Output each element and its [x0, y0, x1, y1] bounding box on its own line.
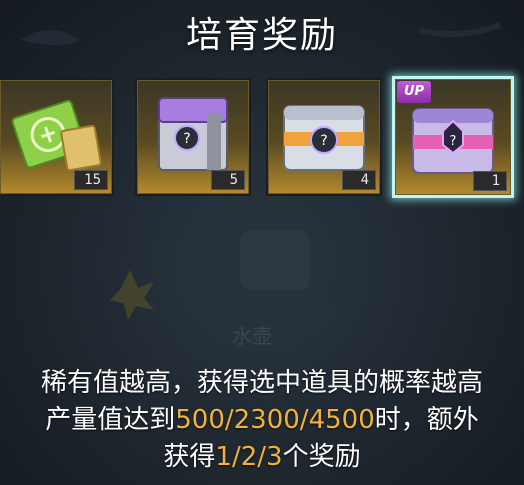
pink-mystery-chest-icon: ? [412, 108, 494, 174]
svg-text:?: ? [450, 134, 457, 149]
line3-prefix: 获得 [163, 442, 216, 472]
page-title: 培育奖励 [185, 15, 338, 56]
line3-suffix: 个奖励 [282, 442, 361, 472]
green-ticket-icon [11, 99, 102, 172]
reward-item-4[interactable]: ? UP 1 [392, 76, 514, 198]
background-item-label: 水壶 [232, 324, 272, 348]
reward-description: 稀有值越高，获得选中道具的概率越高 产量值达到500/2300/4500时，额外… [0, 365, 524, 476]
orange-mystery-chest-icon: ? [283, 105, 365, 171]
line2-suffix: 时，额外 [374, 405, 479, 435]
description-line-1: 稀有值越高，获得选中道具的概率越高 [40, 368, 483, 398]
line2-prefix: 产量值达到 [45, 405, 176, 435]
svg-text:?: ? [320, 133, 327, 149]
up-badge: UP [397, 81, 431, 103]
item-count: 1 [473, 171, 507, 191]
production-thresholds: 500/2300/4500 [175, 405, 375, 435]
purple-mystery-box-icon: ? [158, 97, 228, 171]
description-line-2: 产量值达到500/2300/4500时，额外 [0, 402, 524, 439]
description-line-3: 获得1/2/3个奖励 [0, 439, 524, 476]
reward-item-2[interactable]: ? 5 [135, 78, 251, 196]
reward-item-3[interactable]: ? 4 [266, 78, 382, 196]
item-count: 15 [74, 170, 108, 190]
bonus-reward-counts: 1/2/3 [215, 442, 283, 472]
item-count: 4 [342, 170, 376, 190]
reward-item-list: 15 ? 5 ? 4 ? UP 1 [0, 76, 524, 200]
reward-item-1[interactable]: 15 [0, 78, 114, 196]
svg-text:?: ? [183, 131, 190, 147]
item-count: 5 [211, 170, 245, 190]
